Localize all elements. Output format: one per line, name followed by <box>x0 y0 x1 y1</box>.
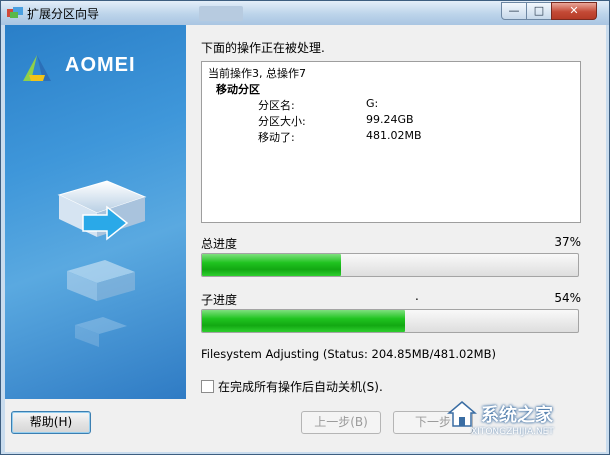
sub-progress-fill <box>202 310 406 332</box>
next-button[interactable]: 下一步 <box>393 411 473 434</box>
close-button[interactable]: ✕ <box>551 2 597 20</box>
sub-progress-dot: . <box>415 289 419 303</box>
log-row-value: 481.02MB <box>366 129 422 142</box>
help-button[interactable]: 帮助(H) <box>11 411 91 434</box>
log-row-key: 分区名: <box>258 99 295 112</box>
title-bar[interactable]: 扩展分区向导 — □ ✕ <box>1 1 609 25</box>
status-text: Filesystem Adjusting (Status: 204.85MB/4… <box>201 347 496 361</box>
aomei-logo-icon <box>23 55 51 81</box>
total-progress-fill <box>202 254 342 276</box>
log-row-value: G: <box>366 97 379 110</box>
sub-progress-percent: 54% <box>554 291 581 305</box>
brand-panel: AOMEI <box>5 25 186 399</box>
operation-heading: 下面的操作正在被处理. <box>201 41 325 55</box>
wizard-window: 扩展分区向导 — □ ✕ AOMEI 下面的操作正在被处理. 当前操作3, 总操… <box>0 0 610 455</box>
auto-shutdown-option[interactable]: 在完成所有操作后自动关机(S). <box>201 378 383 395</box>
app-icon <box>7 7 23 18</box>
sub-progress-label: 子进度 <box>201 293 238 307</box>
total-progress-bar <box>201 253 579 277</box>
operation-section-title: 移动分区 <box>216 83 260 96</box>
progress-panel: 下面的操作正在被处理. 当前操作3, 总操作7 移动分区 分区名: G: 分区大… <box>197 25 597 399</box>
dialog-body: AOMEI 下面的操作正在被处理. 当前操作3, 总操作7 移动分区 分区名: … <box>5 25 606 452</box>
current-operation-text: 当前操作3, 总操作7 <box>208 67 306 80</box>
maximize-button[interactable]: □ <box>526 2 552 20</box>
auto-shutdown-checkbox[interactable] <box>201 380 214 393</box>
log-row-value: 99.24GB <box>366 113 414 126</box>
sub-progress-bar <box>201 309 579 333</box>
back-button[interactable]: 上一步(B) <box>301 411 381 434</box>
total-progress-percent: 37% <box>554 235 581 249</box>
brand-name: AOMEI <box>65 54 136 76</box>
title-blur-region <box>199 6 243 21</box>
log-row-key: 分区大小: <box>258 115 306 128</box>
disk-move-icon <box>57 180 147 347</box>
log-row-key: 移动了: <box>258 131 295 144</box>
operation-log[interactable]: 当前操作3, 总操作7 移动分区 分区名: G: 分区大小: 99.24GB 移… <box>201 61 581 223</box>
minimize-button[interactable]: — <box>501 2 527 20</box>
window-title: 扩展分区向导 <box>27 7 100 21</box>
total-progress-label: 总进度 <box>201 237 238 251</box>
auto-shutdown-label[interactable]: 在完成所有操作后自动关机(S). <box>218 380 383 394</box>
